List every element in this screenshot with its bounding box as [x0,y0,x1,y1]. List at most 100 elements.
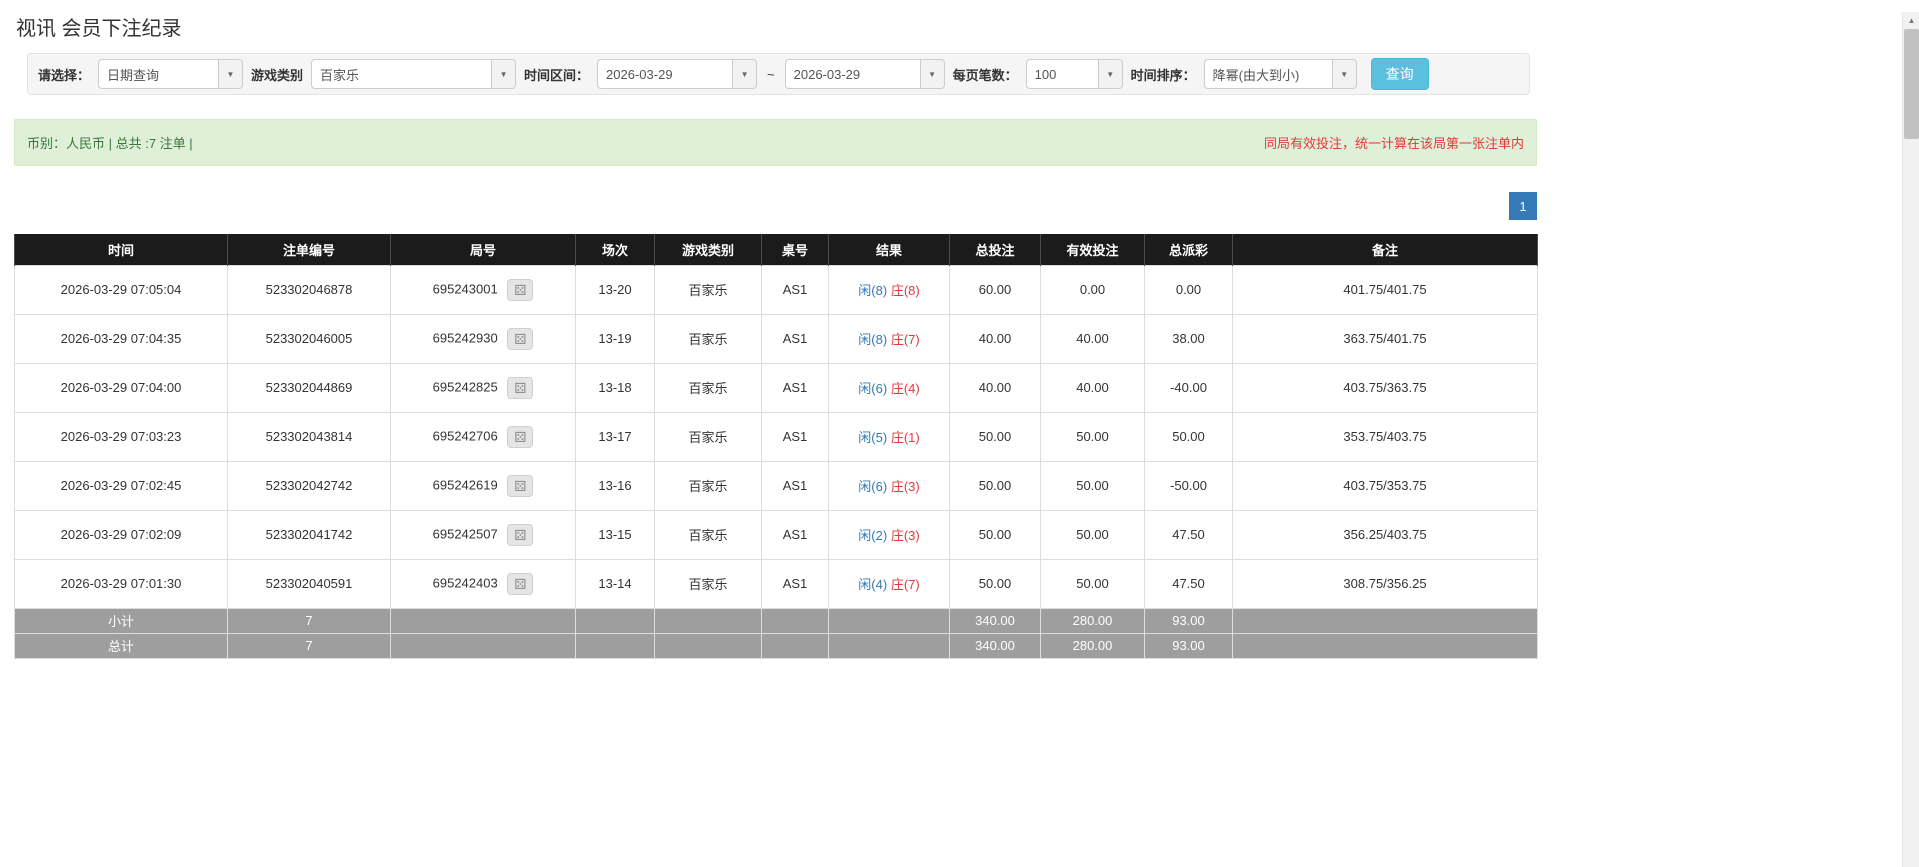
cell-valid-bet: 50.00 [1040,460,1145,511]
cell-bet-id: 523302043814 [227,411,391,462]
cell-game: 百家乐 [654,313,762,364]
game-type-input[interactable] [311,59,492,89]
bet-records-table: 时间 注单编号 局号 场次 游戏类别 桌号 结果 总投注 有效投注 总派彩 备注… [14,234,1538,659]
total-label: 总计 [14,632,228,659]
dice-icon: ⚄ [514,379,527,396]
round-result-button[interactable]: ⚄ [507,327,534,350]
round-number: 695242930 [432,329,498,345]
query-type-caret-button[interactable]: ▼ [218,59,244,89]
cell-result: 闲(8) 庄(8) [828,264,950,315]
page-size-input[interactable] [1025,59,1098,89]
page-size-label: 每页笔数： [952,67,1018,83]
result-banker: 庄(3) [890,479,920,494]
cell-time: 2026-03-29 07:04:00 [14,362,228,413]
page-size-select[interactable]: ▼ [1025,59,1123,89]
page-size-caret-button[interactable]: ▼ [1097,59,1123,89]
date-from-select[interactable]: ▼ [597,59,758,89]
date-to-select[interactable]: ▼ [784,59,945,89]
cell-game: 百家乐 [654,362,762,413]
cell-total-bet[interactable]: 40.00 [949,313,1041,364]
header-note: 备注 [1232,234,1538,265]
cell-table-no: AS1 [761,411,829,462]
result-banker: 庄(1) [890,430,920,445]
header-table-no: 桌号 [761,234,829,265]
date-to-input[interactable] [784,59,920,89]
sort-input[interactable] [1203,59,1332,89]
cell-result: 闲(4) 庄(7) [828,558,950,609]
cell-note: 403.75/363.75 [1232,362,1538,413]
cell-table-no: AS1 [761,460,829,511]
round-number: 695242403 [432,574,498,590]
cell-bet-id: 523302046005 [227,313,391,364]
page-button-1[interactable]: 1 [1509,192,1537,220]
cell-result: 闲(2) 庄(3) [828,509,950,560]
query-type-input[interactable] [98,59,219,89]
cell-total-bet[interactable]: 50.00 [949,509,1041,560]
scroll-up-icon[interactable]: ▲ [1903,12,1919,29]
cell-total-bet[interactable]: 40.00 [949,362,1041,413]
header-payout: 总派彩 [1144,234,1233,265]
cell-round: 695242706 ⚄ [390,411,576,462]
cell-bet-id: 523302040591 [227,558,391,609]
cell-valid-bet: 50.00 [1040,411,1145,462]
cell-total-bet[interactable]: 60.00 [949,264,1041,315]
game-type-caret-button[interactable]: ▼ [491,59,517,89]
cell-result: 闲(5) 庄(1) [828,411,950,462]
round-result-button[interactable]: ⚄ [507,376,534,399]
cell-payout: 50.00 [1144,411,1233,462]
cell-session: 13-16 [575,460,655,511]
subtotal-row: 小计 7 340.00 280.00 93.00 [14,607,1538,634]
cell-table-no: AS1 [761,558,829,609]
round-number: 695242706 [432,427,498,443]
scrollbar-thumb[interactable] [1904,29,1919,139]
total-payout: 93.00 [1144,632,1233,659]
result-player: 闲(8) [858,283,888,298]
header-valid-bet: 有效投注 [1040,234,1145,265]
subtotal-total-bet: 340.00 [949,607,1041,634]
summary-currency-count: 币别：人民币 | 总共 :7 注单 | [27,136,193,151]
cell-total-bet[interactable]: 50.00 [949,558,1041,609]
round-result-button[interactable]: ⚄ [507,278,534,301]
dice-icon: ⚄ [514,526,527,543]
table-row: 2026-03-29 07:03:23 523302043814 6952427… [14,411,1538,462]
select-label: 请选择： [38,67,91,83]
game-type-select[interactable]: ▼ [311,59,517,89]
date-from-caret-button[interactable]: ▼ [732,59,758,89]
vertical-scrollbar[interactable]: ▲ [1902,12,1919,867]
dice-icon: ⚄ [514,330,527,347]
search-button[interactable]: 查询 [1370,58,1429,90]
cell-total-bet[interactable]: 50.00 [949,411,1041,462]
cell-round: 695242825 ⚄ [390,362,576,413]
header-time: 时间 [14,234,228,265]
date-to-caret-button[interactable]: ▼ [919,59,945,89]
round-result-button[interactable]: ⚄ [507,572,534,595]
chevron-down-icon: ▼ [226,69,235,79]
round-result-button[interactable]: ⚄ [507,425,534,448]
cell-session: 13-20 [575,264,655,315]
sort-caret-button[interactable]: ▼ [1331,59,1357,89]
chevron-down-icon: ▼ [1106,69,1115,79]
cell-round: 695242930 ⚄ [390,313,576,364]
cell-result: 闲(6) 庄(3) [828,460,950,511]
table-row: 2026-03-29 07:02:45 523302042742 6952426… [14,460,1538,511]
round-result-button[interactable]: ⚄ [507,474,534,497]
chevron-down-icon: ▼ [740,69,749,79]
result-banker: 庄(3) [890,528,920,543]
header-total-bet: 总投注 [949,234,1041,265]
cell-round: 695242619 ⚄ [390,460,576,511]
cell-valid-bet: 40.00 [1040,313,1145,364]
chevron-down-icon: ▼ [1340,69,1349,79]
dice-icon: ⚄ [514,477,527,494]
query-type-select[interactable]: ▼ [98,59,244,89]
cell-payout: -50.00 [1144,460,1233,511]
total-count: 7 [227,632,391,659]
sort-select[interactable]: ▼ [1203,59,1357,89]
page-container: 视讯 会员下注纪录 请选择： ▼ 游戏类别 ▼ 时间区间： ▼ ~ ▼ 每页笔数… [0,12,1538,659]
cell-session: 13-19 [575,313,655,364]
cell-valid-bet: 0.00 [1040,264,1145,315]
round-result-button[interactable]: ⚄ [507,523,534,546]
cell-payout: 47.50 [1144,509,1233,560]
total-row: 总计 7 340.00 280.00 93.00 [14,632,1538,659]
date-from-input[interactable] [597,59,733,89]
cell-total-bet[interactable]: 50.00 [949,460,1041,511]
